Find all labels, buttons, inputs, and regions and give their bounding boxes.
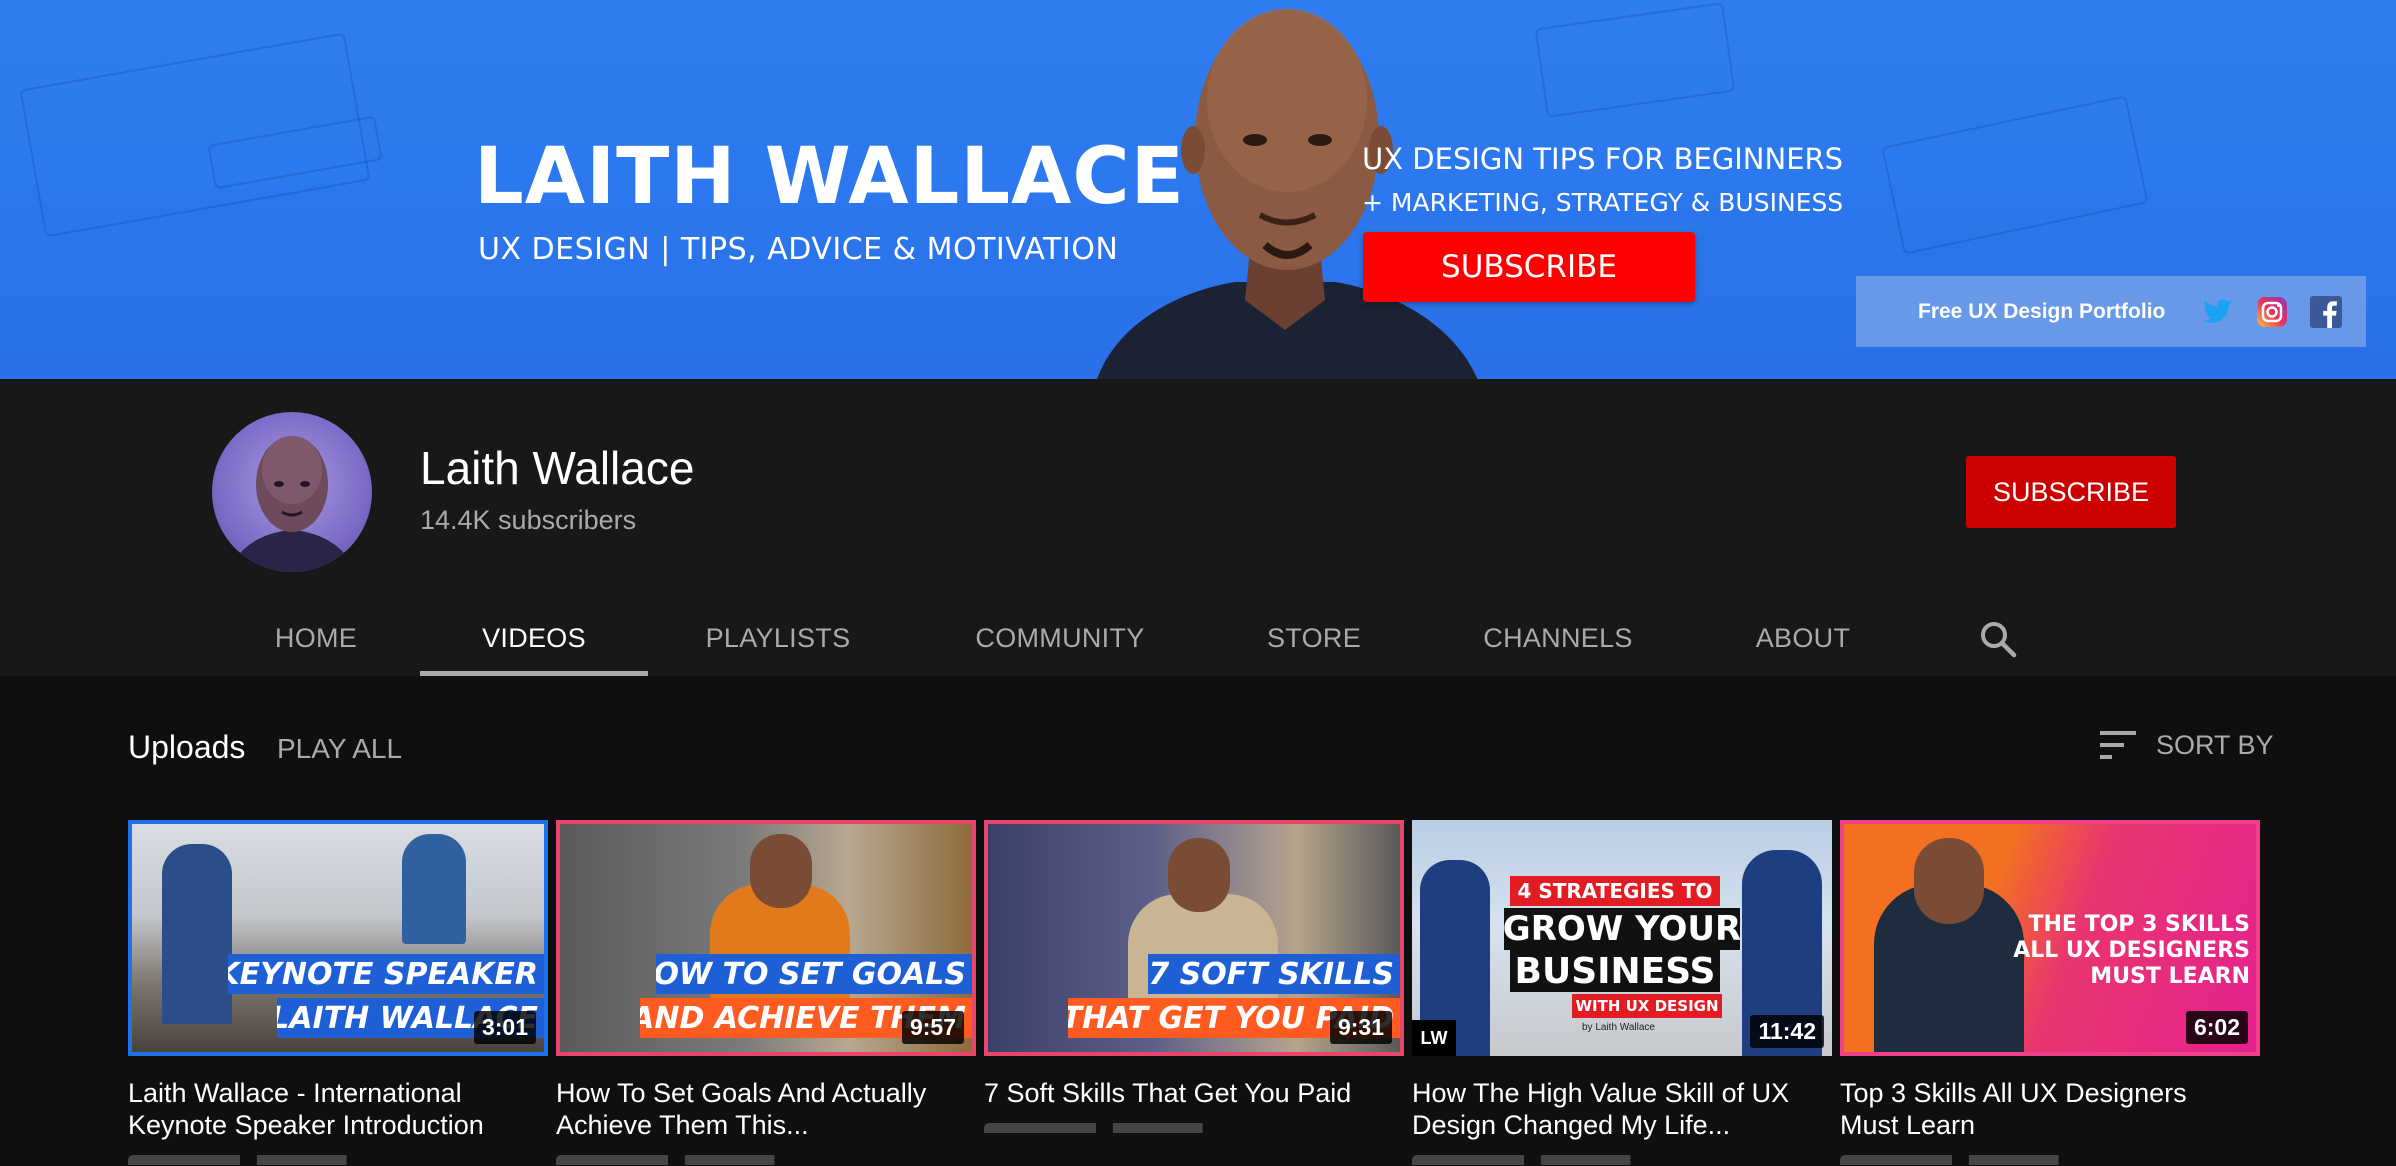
tab-channels[interactable]: CHANNELS [1476,601,1640,676]
video-thumbnail[interactable]: 4 STRATEGIES TO GROW YOUR BUSINESS WITH … [1412,820,1832,1056]
video-meta [556,1155,836,1165]
tab-label: STORE [1266,623,1362,653]
video-card[interactable]: KEYNOTE SPEAKER LAITH WALLACE 3:01 Laith… [128,820,548,1165]
banner-sketch [1881,95,2149,255]
banner-links-bar: Free UX Design Portfolio [1856,276,2366,347]
banner-subscribe-button[interactable]: SUBSCRIBE [1363,232,1695,302]
subscribe-button[interactable]: SUBSCRIBE [1966,456,2176,528]
tab-label: HOME [274,623,358,653]
video-duration: 3:01 [473,1011,536,1044]
channel-header: Laith Wallace 14.4K subscribers SUBSCRIB… [0,379,2396,676]
tab-home[interactable]: HOME [258,601,374,676]
video-duration: 9:57 [901,1011,964,1044]
video-duration: 6:02 [2185,1011,2248,1044]
tab-store[interactable]: STORE [1260,601,1368,676]
thumbnail-caption: GROW YOUR [1502,908,1742,950]
banner-sketch [1534,2,1736,118]
video-meta [984,1123,1264,1133]
sort-by-label: SORT BY [2156,729,2274,760]
video-title[interactable]: Top 3 Skills All UX Designers Must Learn [1840,1077,2240,1141]
banner-tip-line: UX DESIGN TIPS FOR BEGINNERS [1362,142,1844,176]
video-title[interactable]: How The High Value Skill of UX Design Ch… [1412,1077,1812,1141]
avatar[interactable] [212,412,372,572]
thumbnail-figure [750,834,812,908]
tab-videos[interactable]: VIDEOS [420,601,648,676]
instagram-icon[interactable] [2255,295,2289,329]
video-thumbnail[interactable]: 7 SOFT SKILLS THAT GET YOU PAID 9:31 [984,820,1404,1056]
video-meta [1412,1155,1692,1165]
channel-name: Laith Wallace [420,442,695,494]
channel-banner: LAITH WALLACE UX DESIGN | TIPS, ADVICE &… [0,0,2396,379]
thumbnail-caption-line: THE TOP 3 SKILLS [2028,912,2250,937]
tab-community[interactable]: COMMUNITY [966,601,1154,676]
video-card[interactable]: 7 SOFT SKILLS THAT GET YOU PAID 9:31 7 S… [984,820,1404,1133]
thumbnail-figure [162,844,232,1024]
video-title[interactable]: 7 Soft Skills That Get You Paid [984,1077,1384,1109]
banner-subtitle: UX DESIGN | TIPS, ADVICE & MOTIVATION [478,232,1119,267]
play-all-button[interactable]: PLAY ALL [277,733,402,765]
thumbnail-caption-line: MUST LEARN [2090,964,2250,989]
tab-label: ABOUT [1755,623,1851,653]
video-duration: 9:31 [1329,1011,1392,1044]
sort-by-button[interactable]: SORT BY [2098,728,2274,762]
thumbnail-caption: WITH UX DESIGN [1572,994,1722,1018]
thumbnail-caption: THE TOP 3 SKILLS ALL UX DESIGNERS MUST L… [1994,912,2250,990]
tab-playlists[interactable]: PLAYLISTS [690,601,866,676]
thumbnail-caption: BUSINESS [1510,950,1720,992]
twitter-icon[interactable] [2201,295,2235,329]
tab-label: CHANNELS [1483,623,1633,653]
video-card[interactable]: HOW TO SET GOALS AND ACHIEVE THEM 9:57 H… [556,820,976,1165]
tab-about[interactable]: ABOUT [1744,601,1862,676]
search-icon[interactable] [1978,619,2018,659]
thumbnail-caption: HOW TO SET GOALS [656,954,972,994]
video-meta [1840,1155,2120,1165]
thumbnail-figure [402,834,466,944]
tab-label: VIDEOS [482,623,586,653]
thumbnail-caption: 7 SOFT SKILLS [1148,954,1400,994]
uploads-heading: Uploads [128,729,246,765]
banner-link-portfolio[interactable]: Free UX Design Portfolio [1918,300,2165,324]
active-tab-indicator [420,671,648,676]
video-duration: 11:42 [1750,1015,1824,1048]
avatar-portrait [227,436,357,572]
tab-label: COMMUNITY [975,623,1145,653]
thumbnail-byline: by Laith Wallace [1582,1022,1655,1033]
thumbnail-logo: LW [1412,1020,1456,1056]
video-card[interactable]: 4 STRATEGIES TO GROW YOUR BUSINESS WITH … [1412,820,1832,1165]
thumbnail-figure [1168,838,1230,912]
thumbnail-caption: 4 STRATEGIES TO [1510,876,1720,906]
tab-label: PLAYLISTS [705,623,851,653]
sort-icon [2100,731,2136,759]
banner-tip-line: + MARKETING, STRATEGY & BUSINESS [1362,188,1844,217]
video-thumbnail[interactable]: THE TOP 3 SKILLS ALL UX DESIGNERS MUST L… [1840,820,2260,1056]
video-title[interactable]: How To Set Goals And Actually Achieve Th… [556,1077,956,1141]
thumbnail-caption-line: ALL UX DESIGNERS [2013,938,2250,963]
video-meta [128,1155,408,1165]
thumbnail-caption: KEYNOTE SPEAKER [228,954,544,994]
channel-tabs: HOME VIDEOS PLAYLISTS COMMUNITY STORE CH… [0,601,2396,676]
video-thumbnail[interactable]: HOW TO SET GOALS AND ACHIEVE THEM 9:57 [556,820,976,1056]
thumbnail-figure [1914,838,1984,924]
video-thumbnail[interactable]: KEYNOTE SPEAKER LAITH WALLACE 3:01 [128,820,548,1056]
video-title[interactable]: Laith Wallace - International Keynote Sp… [128,1077,528,1141]
video-card[interactable]: THE TOP 3 SKILLS ALL UX DESIGNERS MUST L… [1840,820,2260,1165]
subscriber-count: 14.4K subscribers [420,505,637,535]
facebook-icon[interactable] [2309,295,2343,329]
